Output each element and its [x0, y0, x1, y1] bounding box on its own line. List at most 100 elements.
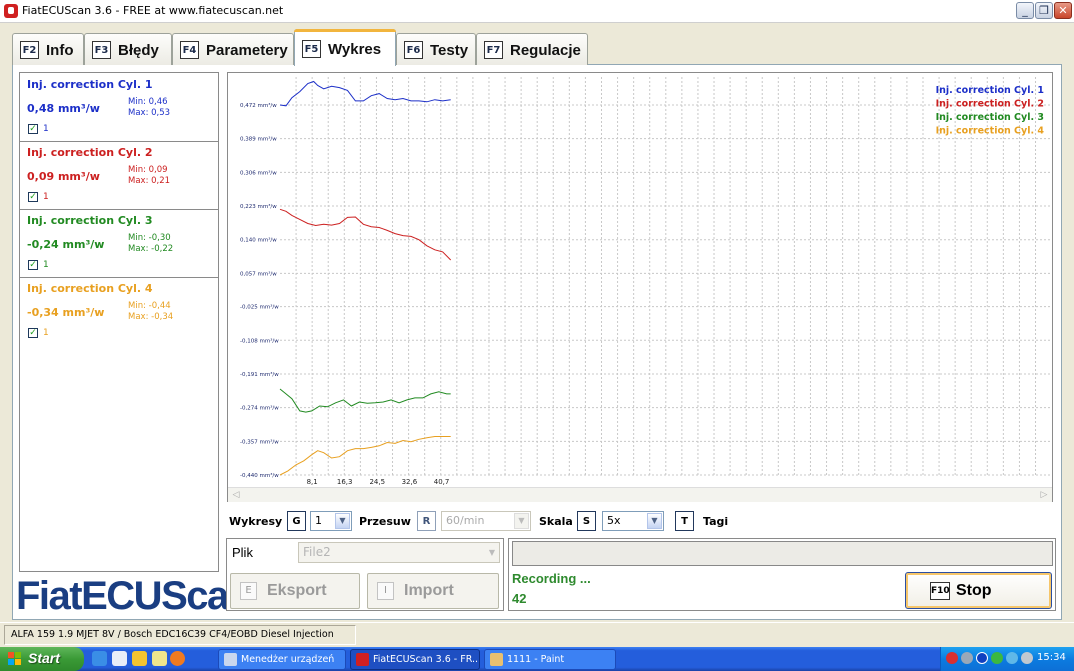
y-tick-label: -0,274 mm³/w — [240, 405, 279, 412]
volume-tray-icon[interactable] — [1021, 652, 1033, 664]
x-tick-label: 8,1 — [307, 478, 318, 486]
stop-key: F10 — [930, 582, 950, 600]
fiatecuscan-logo: FiatECUScan — [16, 574, 252, 618]
channel-value: -0,34 mm³/w — [27, 306, 105, 319]
channel-axis-label: 1 — [43, 192, 49, 202]
y-tick-label: -0,025 mm³/w — [240, 304, 279, 311]
close-button[interactable]: ✕ — [1054, 2, 1072, 19]
channel-min: Min: -0,44 — [128, 301, 171, 311]
tab-parametery[interactable]: F4 Parametery — [172, 33, 294, 65]
status-text: ALFA 159 1.9 MJET 8V / Bosch EDC16C39 CF… — [4, 625, 356, 658]
channel-checkbox[interactable]: ✓ — [28, 192, 38, 202]
channel-item[interactable]: Inj. correction Cyl. 4 -0,34 mm³/w Min: … — [20, 277, 218, 345]
y-tick-label: 0,140 mm³/w — [240, 237, 277, 244]
przesuw-select[interactable]: 60/min ▼ — [441, 511, 531, 531]
channel-name: Inj. correction Cyl. 1 — [27, 78, 153, 91]
wykresy-key[interactable]: G — [287, 511, 306, 531]
windows-flag-icon — [8, 652, 21, 665]
task-fiatecuscan[interactable]: FiatECUScan 3.6 - FR... — [350, 649, 480, 670]
channel-checkbox[interactable]: ✓ — [28, 124, 38, 134]
usb-tray-icon[interactable] — [1006, 652, 1018, 664]
wykresy-select[interactable]: 1 ▼ — [310, 511, 352, 531]
update-tray-icon[interactable] — [991, 652, 1003, 664]
chevron-down-icon[interactable]: ▼ — [647, 513, 662, 529]
skala-label: Skala — [539, 515, 573, 528]
recording-status: Recording ... — [512, 571, 591, 586]
chevron-down-icon[interactable]: ▼ — [489, 543, 495, 562]
file-select-value: File2 — [303, 545, 331, 559]
channel-minmax: Min: 0,09 Max: 0,21 — [128, 165, 170, 187]
y-tick-label: 0,057 mm³/w — [240, 270, 277, 277]
channel-axis-label: 1 — [43, 124, 49, 134]
tab-regulacje[interactable]: F7 Regulacje — [476, 33, 588, 65]
skala-select[interactable]: 5x ▼ — [602, 511, 664, 531]
channel-checkbox[interactable]: ✓ — [28, 328, 38, 338]
channel-name: Inj. correction Cyl. 3 — [27, 214, 153, 227]
tab-key: F5 — [302, 40, 321, 58]
channel-axis-label: 1 — [43, 328, 49, 338]
channel-max: Max: 0,53 — [128, 108, 171, 118]
folder-quicklaunch-icon[interactable] — [132, 651, 147, 666]
task-label: Menedżer urządzeń — [241, 654, 335, 665]
channel-item[interactable]: Inj. correction Cyl. 1 0,48 mm³/w Min: 0… — [20, 73, 218, 142]
przesuw-key[interactable]: R — [417, 511, 436, 531]
y-tick-label: 0,223 mm³/w — [240, 203, 277, 210]
import-button[interactable]: I Import — [367, 573, 499, 609]
start-button[interactable]: Start — [0, 647, 84, 671]
legend-entry: Inj. correction Cyl. 4 — [936, 126, 1045, 137]
channel-minmax: Min: 0,46 Max: 0,53 — [128, 97, 170, 119]
przesuw-label: Przesuw — [359, 515, 411, 528]
window-title: FiatECUScan 3.6 - FREE at www.fiatecusca… — [22, 4, 284, 17]
chart-horizontal-scrollbar[interactable]: ◁ ▷ — [228, 487, 1052, 502]
channel-checkbox[interactable]: ✓ — [28, 260, 38, 270]
scroll-left-icon[interactable]: ◁ — [231, 490, 241, 500]
tab-info[interactable]: F2 Info — [12, 33, 84, 65]
scroll-right-icon[interactable]: ▷ — [1039, 490, 1049, 500]
wykresy-label: Wykresy — [229, 515, 283, 528]
legend-entry: Inj. correction Cyl. 2 — [936, 99, 1044, 110]
eksport-key: E — [240, 582, 257, 600]
tab-label: Parametery — [206, 42, 288, 59]
channel-value: 0,09 mm³/w — [27, 170, 100, 183]
minimize-button[interactable]: _ — [1016, 2, 1034, 19]
tab-key: F7 — [484, 41, 503, 59]
tab-key: F4 — [180, 41, 199, 59]
tagi-key[interactable]: T — [675, 511, 694, 531]
tab-key: F3 — [92, 41, 111, 59]
y-tick-label: -0,357 mm³/w — [240, 438, 279, 445]
tab-bledy[interactable]: F3 Błędy — [84, 33, 172, 65]
help-quicklaunch-icon[interactable] — [112, 651, 127, 666]
task-device-manager[interactable]: Menedżer urządzeń — [218, 649, 346, 670]
tab-label: Testy — [430, 42, 469, 59]
mail-quicklaunch-icon[interactable] — [152, 651, 167, 666]
ie-quicklaunch-icon[interactable] — [92, 651, 107, 666]
channel-minmax: Min: -0,44 Max: -0,34 — [128, 301, 173, 323]
file-select[interactable]: File2 ▼ — [298, 542, 500, 563]
task-label: 1111 - Paint — [507, 654, 565, 665]
tab-testy[interactable]: F6 Testy — [396, 33, 476, 65]
stop-button[interactable]: F10 Stop — [905, 572, 1052, 609]
x-tick-label: 24,5 — [369, 478, 385, 486]
network-tray-icon[interactable] — [961, 652, 973, 664]
channel-name: Inj. correction Cyl. 2 — [27, 146, 153, 159]
channel-list: Inj. correction Cyl. 1 0,48 mm³/w Min: 0… — [19, 72, 219, 572]
chevron-down-icon[interactable]: ▼ — [514, 513, 529, 529]
tab-wykres[interactable]: F5 Wykres — [294, 29, 396, 66]
tab-key: F6 — [404, 41, 423, 59]
task-paint[interactable]: 1111 - Paint — [484, 649, 616, 670]
shield-tray-icon[interactable] — [946, 652, 958, 664]
chart-svg: 0,472 mm³/w 0,389 mm³/w 0,306 mm³/w 0,223 m… — [240, 77, 1050, 486]
channel-item[interactable]: Inj. correction Cyl. 2 0,09 mm³/w Min: 0… — [20, 141, 218, 210]
wykresy-select-value: 1 — [315, 514, 322, 527]
channel-value: -0,24 mm³/w — [27, 238, 105, 251]
bluetooth-tray-icon[interactable] — [976, 652, 988, 664]
import-label: Import — [404, 582, 454, 599]
chevron-down-icon[interactable]: ▼ — [335, 513, 350, 529]
maximize-button[interactable]: ❐ — [1035, 2, 1053, 19]
firefox-quicklaunch-icon[interactable] — [170, 651, 185, 666]
skala-key[interactable]: S — [577, 511, 596, 531]
channel-max: Max: 0,21 — [128, 176, 171, 186]
eksport-button[interactable]: E Eksport — [230, 573, 360, 609]
channel-item[interactable]: Inj. correction Cyl. 3 -0,24 mm³/w Min: … — [20, 209, 218, 278]
x-tick-label: 40,7 — [434, 478, 450, 486]
